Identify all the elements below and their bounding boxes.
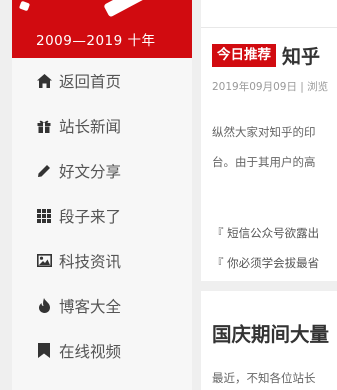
- fire-icon: [36, 298, 52, 314]
- sidebar-item-label: 好文分享: [59, 162, 122, 181]
- banner-brush-stroke: [103, 0, 149, 18]
- article-meta: 2019年09月09日 | 浏览: [212, 81, 329, 93]
- sidebar-item-blogs[interactable]: 博客大全: [12, 283, 192, 328]
- main-content: 今日推荐 知乎 2019年09月09日 | 浏览 纵然大家对知乎的印 台。由于其…: [201, 0, 337, 390]
- section-divider: [201, 281, 337, 291]
- sidebar-item-articles[interactable]: 好文分享: [12, 148, 192, 193]
- sidebar: 2009—2019 十年 返回首页 站长新闻 好文分享 段子来了 科技资讯 博客…: [12, 0, 192, 390]
- second-article-excerpt: 最近，不知各位站长: [212, 371, 316, 385]
- second-article-title[interactable]: 国庆期间大量: [212, 318, 329, 347]
- gift-icon: [36, 118, 52, 134]
- home-icon: [36, 73, 52, 89]
- article-excerpt-line: 纵然大家对知乎的印: [212, 125, 316, 139]
- sidebar-item-label: 返回首页: [59, 72, 122, 91]
- banner-anniversary-text: 2009—2019 十年: [36, 33, 156, 49]
- featured-headline: 今日推荐 知乎: [212, 42, 320, 69]
- sidebar-item-videos[interactable]: 在线视频: [12, 328, 192, 373]
- bookmark-icon: [36, 343, 52, 359]
- banner-brush-dot: [18, 0, 31, 12]
- sidebar-item-label: 在线视频: [59, 342, 122, 361]
- sidebar-item-home[interactable]: 返回首页: [12, 58, 192, 103]
- article-excerpt-line: 台。由于其用户的高: [212, 155, 316, 169]
- sidebar-item-label: 段子来了: [59, 207, 122, 226]
- grid-icon: [36, 208, 52, 224]
- sidebar-item-news[interactable]: 站长新闻: [12, 103, 192, 148]
- sidebar-nav: 返回首页 站长新闻 好文分享 段子来了 科技资讯 博客大全 在线视频: [12, 58, 192, 373]
- site-banner[interactable]: 2009—2019 十年: [12, 0, 192, 58]
- top-divider: [201, 27, 337, 28]
- pencil-icon: [36, 163, 52, 179]
- related-link[interactable]: 『 你必须学会拔最省: [212, 255, 319, 271]
- sidebar-item-label: 站长新闻: [59, 117, 122, 136]
- sidebar-item-label: 博客大全: [59, 297, 122, 316]
- sidebar-item-jokes[interactable]: 段子来了: [12, 193, 192, 238]
- featured-article-title[interactable]: 知乎: [282, 42, 320, 69]
- sidebar-item-label: 科技资讯: [59, 252, 122, 271]
- image-icon: [36, 253, 52, 269]
- sidebar-item-tech[interactable]: 科技资讯: [12, 238, 192, 283]
- today-recommend-badge: 今日推荐: [212, 44, 276, 67]
- related-link[interactable]: 『 短信公众号欲露出: [212, 225, 319, 241]
